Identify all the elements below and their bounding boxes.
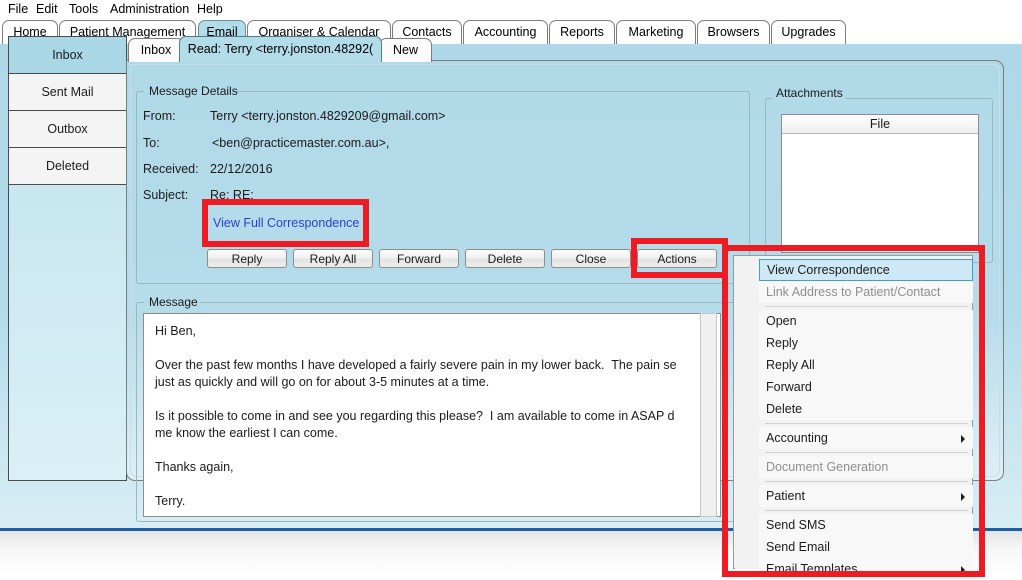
actions-menu-item-send-sms[interactable]: Send SMS <box>759 514 973 536</box>
actions-menu-item-view-correspondence[interactable]: View Correspondence <box>759 259 973 281</box>
subtab-read-message[interactable]: Read: Terry <terry.jonston.48292( <box>179 36 382 62</box>
message-body-text: Hi Ben, Over the past few months I have … <box>155 324 677 508</box>
submenu-arrow-icon <box>961 435 965 443</box>
menu-separator <box>765 423 968 424</box>
message-details-group-label: Message Details <box>149 84 238 98</box>
submenu-arrow-icon <box>961 493 965 501</box>
actions-menu-item-link-address-to-patient-contact: Link Address to Patient/Contact <box>759 281 973 303</box>
actions-menu-item-open[interactable]: Open <box>759 310 973 332</box>
field-value-received: 22/12/2016 <box>210 162 273 176</box>
actions-menu-item-forward[interactable]: Forward <box>759 376 973 398</box>
menu-administration[interactable]: Administration <box>107 2 192 17</box>
menu-file[interactable]: File <box>5 2 31 17</box>
subtab-inbox[interactable]: Inbox <box>128 38 184 62</box>
field-value-subject: Re: RE: <box>210 188 254 202</box>
actions-menu-item-reply[interactable]: Reply <box>759 332 973 354</box>
field-label-received: Received: <box>143 162 199 176</box>
sidebar-folder-sent-mail[interactable]: Sent Mail <box>9 74 126 111</box>
actions-dropdown-menu: View Correspondence Link Address to Patie… <box>733 255 973 580</box>
button-actions[interactable]: Actions <box>637 249 717 268</box>
field-label-to: To: <box>143 136 160 150</box>
field-value-to: <ben@practicemaster.com.au>, <box>212 136 390 150</box>
menu-separator <box>765 481 968 482</box>
actions-menu-item-reply-all[interactable]: Reply All <box>759 354 973 376</box>
attachments-group-label: Attachments <box>776 86 843 100</box>
submenu-arrow-icon <box>961 566 965 574</box>
sidebar-folder-deleted[interactable]: Deleted <box>9 148 126 185</box>
menu-separator <box>765 452 968 453</box>
sidebar-folder-inbox[interactable]: Inbox <box>9 37 126 74</box>
view-full-correspondence-link[interactable]: View Full Correspondence <box>213 216 359 230</box>
menu-tools[interactable]: Tools <box>66 2 101 17</box>
menu-separator <box>765 306 968 307</box>
field-label-subject: Subject: <box>143 188 189 202</box>
message-body-area[interactable]: Hi Ben, Over the past few months I have … <box>143 313 721 517</box>
application-menu-bar: File Edit Tools Administration Help <box>0 0 1022 19</box>
button-close[interactable]: Close <box>551 249 631 268</box>
attachments-column-header-file[interactable]: File <box>782 115 978 134</box>
actions-menu-item-send-email[interactable]: Send Email <box>759 536 973 558</box>
menu-separator <box>765 510 968 511</box>
field-value-from: Terry <terry.jonston.4829209@gmail.com> <box>210 109 446 123</box>
menu-icon-gutter <box>735 257 759 569</box>
button-reply[interactable]: Reply <box>207 249 287 268</box>
mail-folder-sidebar: Inbox Sent Mail Outbox Deleted <box>8 36 127 481</box>
subtab-new[interactable]: New <box>379 38 432 62</box>
message-group-label: Message <box>149 295 198 309</box>
message-body-scrollbar[interactable] <box>700 313 717 517</box>
sidebar-folder-outbox[interactable]: Outbox <box>9 111 126 148</box>
button-reply-all[interactable]: Reply All <box>293 249 373 268</box>
actions-menu-item-delete[interactable]: Delete <box>759 398 973 420</box>
attachments-file-list[interactable]: File <box>781 114 979 253</box>
button-forward[interactable]: Forward <box>379 249 459 268</box>
menu-help[interactable]: Help <box>194 2 226 17</box>
actions-menu-item-patient[interactable]: Patient <box>759 485 973 507</box>
field-label-from: From: <box>143 109 176 123</box>
actions-menu-item-accounting[interactable]: Accounting <box>759 427 973 449</box>
actions-menu-item-document-generation: Document Generation <box>759 456 973 478</box>
menu-edit[interactable]: Edit <box>33 2 61 17</box>
button-delete[interactable]: Delete <box>465 249 545 268</box>
